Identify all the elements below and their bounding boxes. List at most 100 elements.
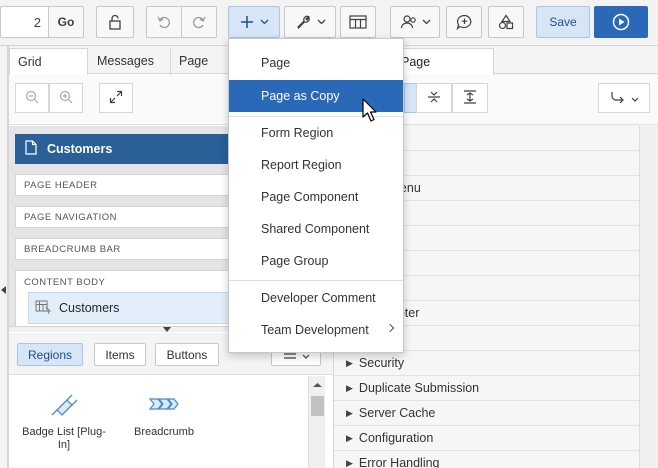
redo-icon — [191, 14, 207, 30]
region-customers[interactable]: Customers — [28, 292, 248, 324]
undo-button[interactable] — [146, 6, 182, 38]
property-group-server-cache[interactable]: ▶ Server Cache — [334, 401, 640, 426]
menu-separator — [229, 280, 403, 281]
menu-item-page-component[interactable]: Page Component — [229, 181, 403, 213]
region-name: Customers — [59, 301, 120, 315]
menu-item-team-development[interactable]: Team Development — [229, 314, 403, 346]
zoom-out-button[interactable] — [15, 83, 49, 113]
shared-components-button[interactable] — [340, 6, 376, 38]
page-number-input[interactable]: 2 — [0, 6, 49, 38]
menu-item-developer-comment[interactable]: Developer Comment — [229, 282, 403, 314]
page-title: Customers — [47, 142, 113, 156]
shapes-icon — [498, 14, 514, 30]
property-group-label: Server Cache — [358, 406, 436, 420]
gallery-tab-regions[interactable]: Regions — [17, 343, 83, 366]
undo-icon — [156, 14, 172, 30]
gallery-item-label: Breadcrumb — [134, 426, 194, 438]
go-to-group-button[interactable] — [598, 83, 650, 113]
breadcrumb-icon — [148, 390, 180, 422]
scroll-up-icon — [313, 383, 322, 387]
redo-button[interactable] — [181, 6, 217, 38]
save-button[interactable]: Save — [536, 6, 590, 38]
menu-item-report-region[interactable]: Report Region — [229, 149, 403, 181]
menu-item-page-group[interactable]: Page Group — [229, 245, 403, 277]
users-icon — [400, 14, 418, 30]
chevron-down-icon — [422, 19, 431, 25]
create-menu: Page Page as Copy Form Region Report Reg… — [228, 38, 404, 353]
gallery-tab-buttons[interactable]: Buttons — [155, 343, 219, 366]
menu-item-shared-component[interactable]: Shared Component — [229, 213, 403, 245]
shapes-button[interactable] — [488, 6, 524, 38]
property-editor-scrollbar[interactable] — [639, 126, 658, 468]
tab-property-editor-page[interactable]: Page — [390, 48, 494, 75]
tab-messages[interactable]: Messages — [89, 48, 171, 75]
gallery-scroll-thumb[interactable] — [311, 396, 324, 416]
wrench-icon — [295, 14, 311, 30]
gallery-scrollbar[interactable] — [308, 376, 325, 468]
report-region-icon — [35, 300, 51, 317]
property-group-label: Configuration — [358, 431, 434, 445]
play-circle-icon — [612, 13, 630, 31]
expand-triangle-icon: ▶ — [346, 357, 353, 368]
create-menu-button[interactable] — [228, 6, 280, 38]
goto-arrow-icon — [610, 90, 626, 107]
collapse-all-icon — [427, 90, 441, 107]
property-group-configuration[interactable]: ▶ Configuration — [334, 426, 640, 451]
go-label: Go — [57, 15, 75, 29]
position-breadcrumb-bar[interactable]: BREADCRUMB BAR — [15, 238, 245, 260]
gallery-list: Badge List [Plug-In] Breadcrumb — [9, 376, 334, 468]
gallery-item-breadcrumb[interactable]: Breadcrumb — [119, 390, 209, 439]
gallery-item-label: Badge List [Plug-In] — [22, 426, 106, 451]
expand-icon — [109, 90, 123, 107]
collapse-arrow-icon — [1, 286, 6, 294]
property-group-label: Duplicate Submission — [358, 381, 480, 395]
collapse-all-button[interactable] — [416, 83, 452, 113]
splitter-arrow-icon — [163, 327, 171, 332]
expand-triangle-icon: ▶ — [346, 382, 353, 393]
property-group-error-handling[interactable]: ▶ Error Handling — [334, 451, 640, 468]
utilities-menu-button[interactable] — [284, 6, 336, 38]
expand-button[interactable] — [99, 83, 133, 113]
property-group-duplicate-submission[interactable]: ▶ Duplicate Submission — [334, 376, 640, 401]
property-group-label: Security — [358, 356, 405, 370]
plug-in-icon — [48, 390, 80, 422]
team-dev-button[interactable] — [390, 6, 440, 38]
plus-icon — [240, 15, 254, 29]
position-page-header[interactable]: PAGE HEADER — [15, 174, 245, 196]
expand-all-icon — [463, 89, 477, 107]
chevron-down-icon — [260, 19, 269, 25]
expand-triangle-icon: ▶ — [346, 432, 353, 443]
expand-triangle-icon: ▶ — [346, 457, 353, 468]
position-page-navigation[interactable]: PAGE NAVIGATION — [15, 206, 245, 228]
zoom-in-icon — [59, 90, 73, 107]
gallery-item-badge-list[interactable]: Badge List [Plug-In] — [19, 390, 109, 452]
go-button[interactable]: Go — [48, 6, 84, 38]
expand-all-button[interactable] — [452, 83, 488, 113]
run-page-button[interactable] — [594, 6, 648, 38]
gallery-tab-items[interactable]: Items — [94, 343, 146, 366]
lock-icon — [107, 14, 123, 30]
save-label: Save — [549, 15, 577, 29]
tab-grid-layout[interactable]: Grid Layout — [9, 48, 88, 95]
chevron-down-icon — [631, 91, 639, 105]
page-icon — [25, 140, 37, 158]
grid-icon — [349, 15, 367, 29]
lock-button[interactable] — [96, 6, 134, 38]
content-body-label: CONTENT BODY — [24, 277, 106, 288]
page-number-value: 2 — [33, 14, 41, 30]
position-content-body[interactable]: CONTENT BODY Customers — [15, 270, 248, 326]
menu-item-page[interactable]: Page — [229, 47, 403, 79]
tab-label: Page — [401, 55, 431, 69]
property-group-label: Error Handling — [358, 456, 440, 468]
zoom-in-button[interactable] — [49, 83, 83, 113]
property-group-security[interactable]: ▶ Security — [334, 351, 640, 376]
comments-button[interactable] — [446, 6, 482, 38]
left-pane-collapse-handle[interactable] — [0, 46, 8, 468]
comment-plus-icon — [456, 14, 473, 30]
page-title-bar[interactable]: Customers — [15, 134, 245, 164]
menu-item-label: Team Development — [261, 323, 369, 337]
expand-triangle-icon: ▶ — [346, 407, 353, 418]
chevron-right-icon — [385, 323, 395, 333]
chevron-down-icon — [317, 19, 326, 25]
zoom-out-icon — [25, 90, 39, 107]
